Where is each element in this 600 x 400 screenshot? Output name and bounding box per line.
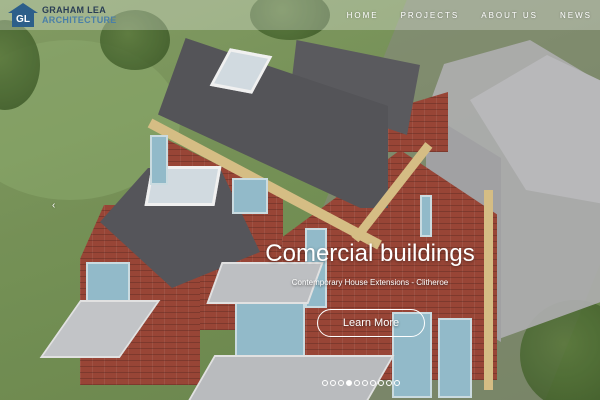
logo-initials: GL: [12, 13, 34, 27]
carousel-dot[interactable]: [362, 380, 368, 386]
slide-title: Comercial buildings: [265, 240, 475, 267]
logo-name: GRAHAM LEA: [42, 5, 106, 15]
carousel-dot[interactable]: [370, 380, 376, 386]
chevron-left-icon[interactable]: ‹: [52, 200, 62, 214]
site-header: GL GRAHAM LEA ARCHITECTURE HOME PROJECTS…: [0, 0, 600, 30]
brand-logo[interactable]: GL GRAHAM LEA ARCHITECTURE: [8, 3, 117, 27]
carousel-dot[interactable]: [322, 380, 328, 386]
slide-subtitle: Contemporary House Extensions - Clithero…: [291, 278, 449, 287]
carousel-indicators: [322, 380, 402, 386]
carousel-dot[interactable]: [354, 380, 360, 386]
carousel-dot[interactable]: [394, 380, 400, 386]
hero-background-image: [0, 0, 600, 400]
carousel-dot[interactable]: [346, 380, 352, 386]
image-overlay: [0, 0, 600, 400]
nav-news[interactable]: NEWS: [560, 11, 592, 20]
house-logo-icon: GL: [8, 3, 38, 27]
carousel-dot[interactable]: [386, 380, 392, 386]
carousel-dot[interactable]: [330, 380, 336, 386]
logo-roof-shape: [8, 3, 38, 13]
carousel-dot[interactable]: [378, 380, 384, 386]
carousel-caption: Comercial buildings Contemporary House E…: [240, 240, 500, 287]
nav-projects[interactable]: PROJECTS: [401, 11, 460, 20]
logo-wordmark: GRAHAM LEA ARCHITECTURE: [42, 5, 117, 25]
carousel-dot[interactable]: [338, 380, 344, 386]
nav-home[interactable]: HOME: [347, 11, 379, 20]
logo-tagline: ARCHITECTURE: [42, 15, 117, 25]
learn-more-button[interactable]: Learn More: [317, 309, 425, 337]
main-nav: HOME PROJECTS ABOUT US NEWS: [325, 0, 592, 30]
nav-about-us[interactable]: ABOUT US: [481, 11, 538, 20]
